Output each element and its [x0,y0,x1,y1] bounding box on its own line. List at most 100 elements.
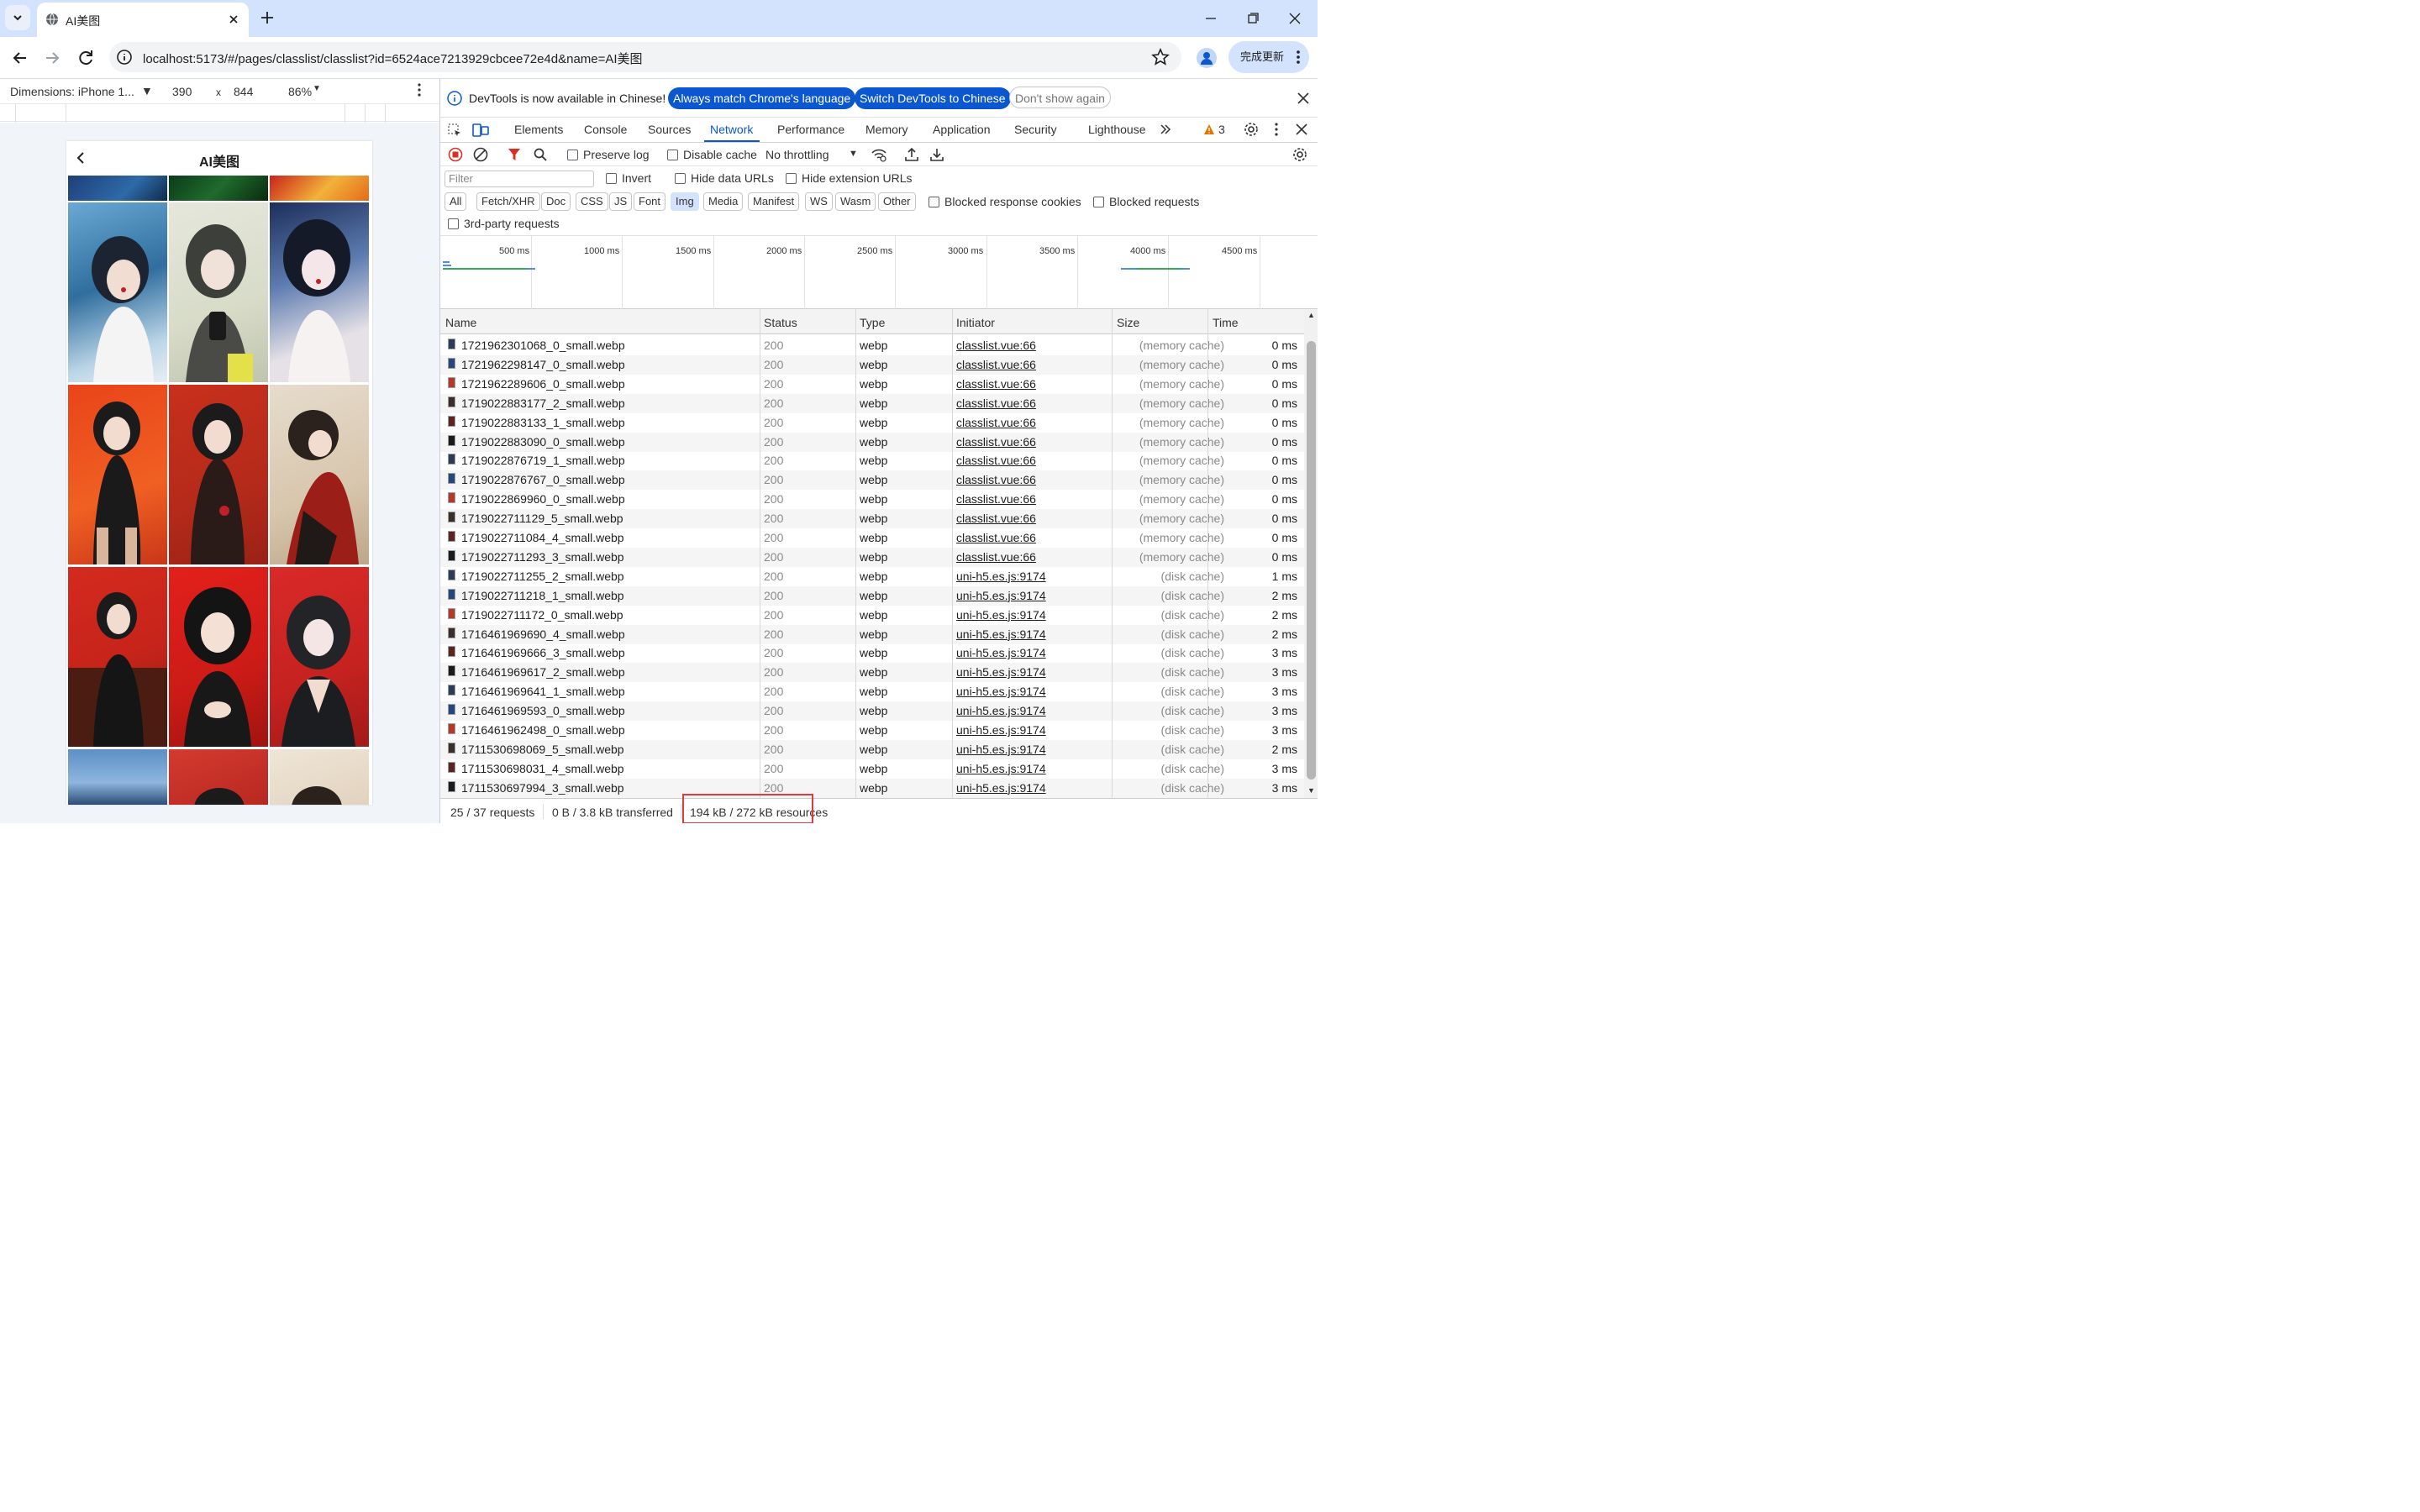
tab-security[interactable]: Security [1014,123,1057,136]
wallpaper-thumb[interactable] [169,385,268,564]
scroll-up-icon[interactable]: ▲ [1307,311,1315,319]
type-js[interactable]: JS [609,192,633,211]
device-more-icon[interactable] [417,83,422,97]
media-query-ruler[interactable] [0,103,439,123]
warning-count[interactable]: 3 [1218,123,1225,136]
request-initiator[interactable]: classlist.vue:66 [956,416,1036,429]
warning-icon[interactable] [1203,123,1215,135]
type-wasm[interactable]: Wasm [835,192,876,211]
address-bar[interactable]: localhost:5173/#/pages/classlist/classli… [109,42,1181,72]
close-tab-icon[interactable] [227,13,240,26]
request-initiator[interactable]: classlist.vue:66 [956,492,1036,506]
zoom-caret-icon[interactable]: ▼ [313,84,321,93]
blocked-requests-checkbox[interactable] [1093,197,1104,207]
scroll-thumb[interactable] [1307,341,1316,780]
type-media[interactable]: Media [703,192,744,211]
request-initiator[interactable]: uni-h5.es.js:9174 [956,589,1046,602]
column-initiator[interactable]: Initiator [956,316,995,329]
table-row[interactable]: 1719022711172_0_small.webp 200 webp uni-h5.… [440,606,1304,625]
type-css[interactable]: CSS [576,192,608,211]
tab-console[interactable]: Console [584,123,627,136]
tab-search-chevron-icon[interactable] [5,5,30,30]
request-initiator[interactable]: uni-h5.es.js:9174 [956,665,1046,679]
type-fetch-xhr[interactable]: Fetch/XHR [476,192,540,211]
type-img[interactable]: Img [671,192,699,211]
table-row[interactable]: 1719022876767_0_small.webp 200 webp classli… [440,470,1304,491]
wallpaper-thumb[interactable] [169,176,268,201]
always-match-language-button[interactable]: Always match Chrome's language [668,87,856,109]
import-har-icon[interactable] [904,147,919,162]
wallpaper-thumb[interactable] [270,202,369,382]
request-initiator[interactable]: uni-h5.es.js:9174 [956,743,1046,756]
table-row[interactable]: 1711530697994_3_small.webp 200 webp uni-h5.… [440,778,1304,798]
network-overview-timeline[interactable]: 500 ms 1000 ms 1500 ms 2000 ms 2500 ms 3… [440,235,1318,310]
tab-sources[interactable]: Sources [648,123,691,136]
table-row[interactable]: 1716461969617_2_small.webp 200 webp uni-h5.… [440,663,1304,683]
tab-application[interactable]: Application [933,123,991,136]
type-all[interactable]: All [445,192,467,211]
throttling-caret-icon[interactable]: ▼ [849,149,858,159]
table-row[interactable]: 1719022869960_0_small.webp 200 webp classli… [440,490,1304,509]
device-select[interactable]: Dimensions: iPhone 1... [10,85,134,98]
request-initiator[interactable]: classlist.vue:66 [956,512,1036,525]
type-other[interactable]: Other [878,192,916,211]
disable-cache-checkbox[interactable] [667,150,678,160]
close-window-icon[interactable] [1286,10,1304,27]
table-scrollbar[interactable]: ▲ ▼ [1304,309,1318,798]
profile-avatar-icon[interactable] [1197,48,1217,68]
url-text[interactable]: localhost:5173/#/pages/classlist/classli… [143,50,643,67]
wallpaper-thumb[interactable] [169,202,268,382]
wallpaper-thumb[interactable] [169,567,268,747]
request-initiator[interactable]: uni-h5.es.js:9174 [956,704,1046,717]
wallpaper-thumb[interactable] [68,176,167,201]
tab-memory[interactable]: Memory [865,123,908,136]
table-row[interactable]: 1721962301068_0_small.webp 200 webp classli… [440,336,1304,355]
tab-elements[interactable]: Elements [514,123,563,136]
blocked-cookies-checkbox[interactable] [929,197,939,207]
restore-icon[interactable] [1244,10,1262,27]
filter-input[interactable]: Filter [445,171,594,187]
request-initiator[interactable]: classlist.vue:66 [956,454,1036,467]
request-initiator[interactable]: classlist.vue:66 [956,550,1036,564]
close-icon[interactable] [1297,92,1310,105]
request-initiator[interactable]: classlist.vue:66 [956,358,1036,371]
devtools-menu-icon[interactable] [1274,123,1279,136]
table-row[interactable]: 1716461969641_1_small.webp 200 webp uni-h5.… [440,682,1304,701]
request-initiator[interactable]: classlist.vue:66 [956,339,1036,352]
column-status[interactable]: Status [764,316,797,329]
third-party-checkbox[interactable] [448,218,459,229]
table-row[interactable]: 1716461969666_3_small.webp 200 webp uni-h5.… [440,643,1304,663]
type-doc[interactable]: Doc [541,192,571,211]
minimize-icon[interactable] [1202,10,1220,27]
request-initiator[interactable]: classlist.vue:66 [956,435,1036,449]
tab-lighthouse[interactable]: Lighthouse [1088,123,1146,136]
type-manifest[interactable]: Manifest [748,192,800,211]
zoom-select[interactable]: 86% [288,85,312,98]
column-type[interactable]: Type [860,316,885,329]
table-row[interactable]: 1719022883177_2_small.webp 200 webp classli… [440,393,1304,413]
scroll-down-icon[interactable]: ▼ [1307,786,1315,795]
request-initiator[interactable]: uni-h5.es.js:9174 [956,627,1046,641]
bookmark-star-icon[interactable] [1151,48,1170,66]
table-row[interactable]: 1721962289606_0_small.webp 200 webp classli… [440,375,1304,394]
back-arrow-icon[interactable] [10,48,30,68]
network-settings-gear-icon[interactable] [1292,147,1307,162]
type-ws[interactable]: WS [805,192,833,211]
more-tabs-chevron-icon[interactable] [1159,123,1172,136]
request-initiator[interactable]: classlist.vue:66 [956,396,1036,410]
filter-funnel-icon[interactable] [508,148,521,161]
request-initiator[interactable]: uni-h5.es.js:9174 [956,570,1046,583]
column-time[interactable]: Time [1213,316,1239,329]
wallpaper-thumb[interactable] [68,567,167,747]
table-row[interactable]: 1716461962498_0_small.webp 200 webp uni-h5.… [440,721,1304,740]
request-initiator[interactable]: classlist.vue:66 [956,531,1036,544]
wallpaper-thumb[interactable] [270,749,369,805]
table-row[interactable]: 1719022711255_2_small.webp 200 webp uni-h5.… [440,567,1304,586]
new-tab-icon[interactable] [259,9,276,26]
request-initiator[interactable]: uni-h5.es.js:9174 [956,762,1046,775]
request-initiator[interactable]: uni-h5.es.js:9174 [956,685,1046,698]
device-width[interactable]: 390 [172,85,192,98]
kebab-menu-icon[interactable] [1296,50,1301,65]
table-row[interactable]: 1716461969690_4_small.webp 200 webp uni-h5.… [440,624,1304,644]
request-initiator[interactable]: classlist.vue:66 [956,473,1036,486]
